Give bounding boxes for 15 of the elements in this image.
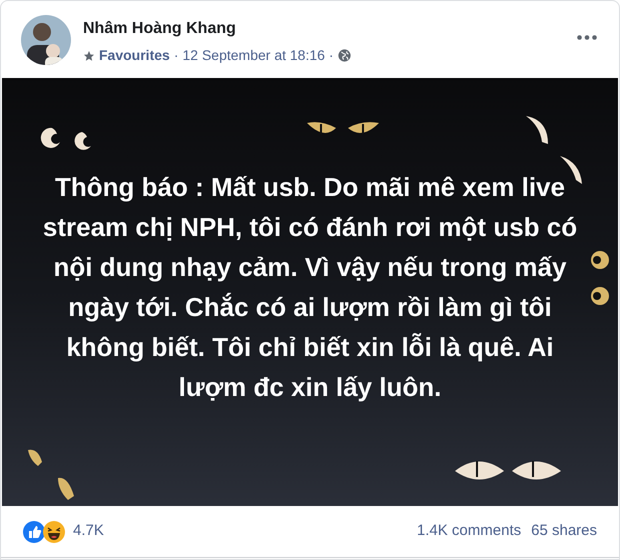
more-options-icon[interactable] (577, 35, 597, 40)
audience-link[interactable]: Favourites (99, 45, 170, 66)
reaction-count[interactable]: 4.7K (73, 520, 104, 543)
separator: · (328, 46, 334, 65)
separator: · (174, 46, 178, 65)
timestamp-link[interactable]: 12 September at 18:16 (182, 45, 325, 66)
shares-link[interactable]: 65 shares (531, 520, 597, 543)
comments-link[interactable]: 1.4K comments (416, 520, 522, 543)
globe-icon (338, 49, 351, 62)
author-name[interactable]: Nhâm Hoàng Khang (83, 19, 351, 39)
laugh-reaction-icon[interactable] (43, 520, 65, 542)
post-text: Thông báo : Mất usb. Do mãi mê xem live stream chị NPH, tôi có đánh rơi một usb có nội dung nhạy cảm. Vì vậy nếu trong mấy ngày tới. Chắc có ai lượm rồi làm gì tôi không biết. Tôi chỉ biết xin lỗi là quê. Ai lượm đc xin lấy luôn. (42, 171, 578, 404)
avatar[interactable] (21, 15, 71, 65)
star-icon (83, 50, 95, 62)
like-reaction-icon[interactable] (23, 520, 45, 542)
